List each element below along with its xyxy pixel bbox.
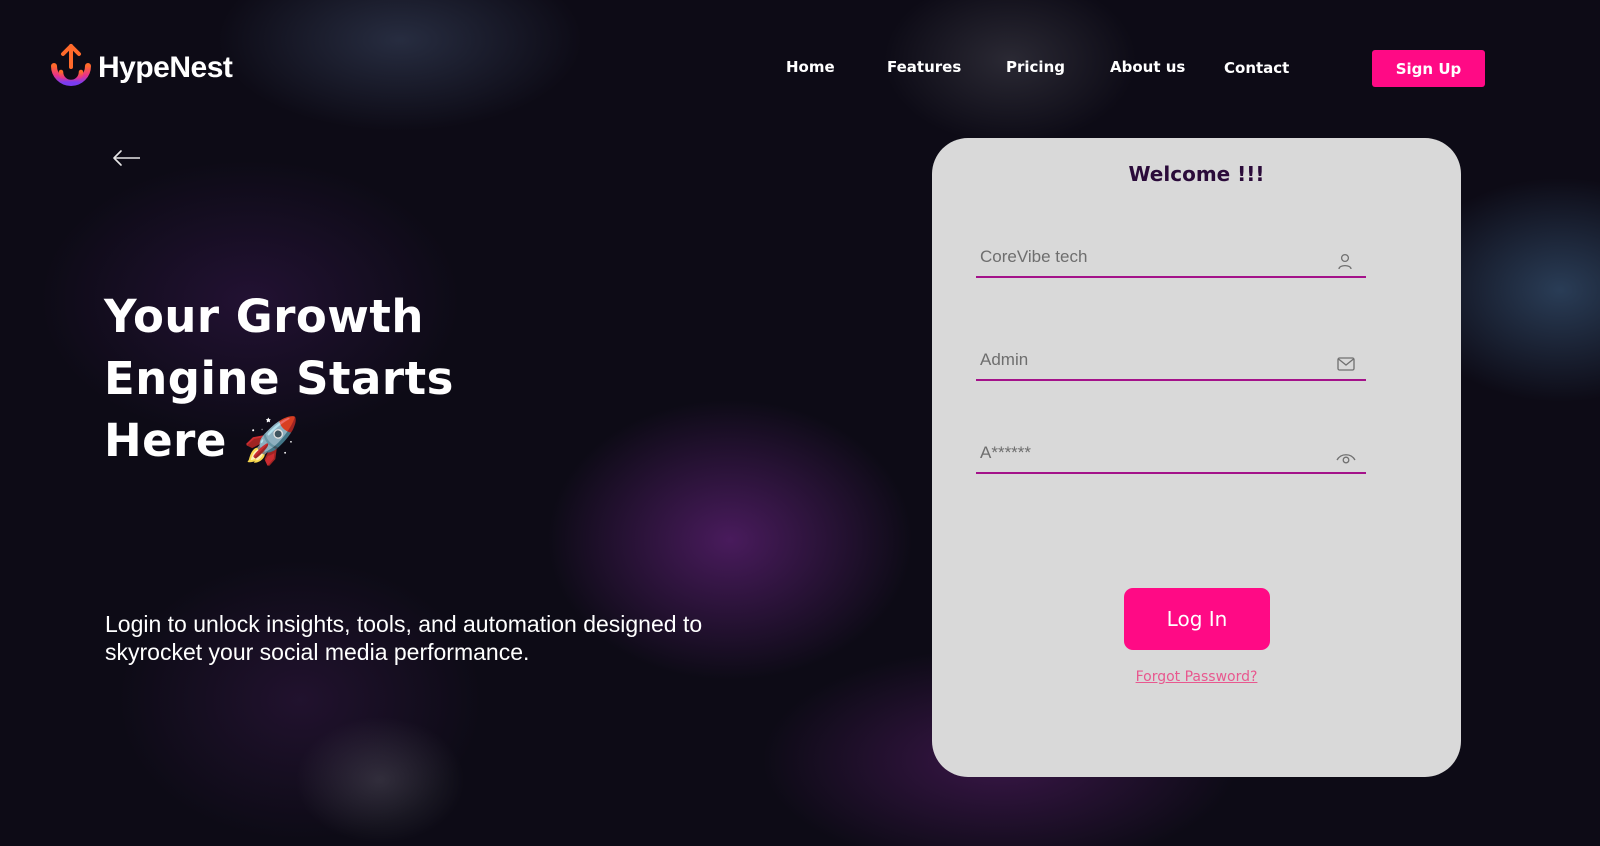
forgot-password-container: Forgot Password?	[932, 666, 1461, 685]
forgot-password-link[interactable]: Forgot Password?	[1136, 669, 1258, 685]
username-field[interactable]	[976, 242, 1366, 278]
email-field[interactable]	[976, 345, 1366, 381]
eye-icon[interactable]	[1336, 450, 1356, 468]
username-input[interactable]	[980, 244, 1310, 270]
brand-name: HypeNest	[98, 51, 233, 84]
nav-about-us[interactable]: About us	[1110, 58, 1185, 76]
logo-upload-icon	[51, 44, 91, 86]
hero-title: Your Growth Engine Starts Here 🚀	[104, 290, 454, 467]
nav-contact[interactable]: Contact	[1224, 59, 1289, 77]
hero-subtitle: Login to unlock insights, tools, and aut…	[105, 611, 703, 665]
email-input[interactable]	[980, 347, 1310, 373]
password-field[interactable]	[976, 438, 1366, 474]
mail-icon	[1337, 357, 1355, 371]
password-input[interactable]	[980, 440, 1310, 466]
login-title: Welcome !!!	[1128, 162, 1265, 186]
nav-home[interactable]: Home	[786, 58, 835, 76]
arrow-left-icon[interactable]	[112, 148, 142, 168]
nav-pricing[interactable]: Pricing	[1006, 58, 1065, 76]
log-in-button[interactable]: Log In	[1124, 588, 1270, 650]
login-card: Welcome !!! Log In Forgot Password?	[932, 138, 1461, 777]
brand-logo[interactable]: HypeNest	[48, 42, 233, 94]
sign-up-button[interactable]: Sign Up	[1372, 50, 1485, 87]
user-icon	[1338, 253, 1352, 270]
nav-features[interactable]: Features	[887, 58, 961, 76]
